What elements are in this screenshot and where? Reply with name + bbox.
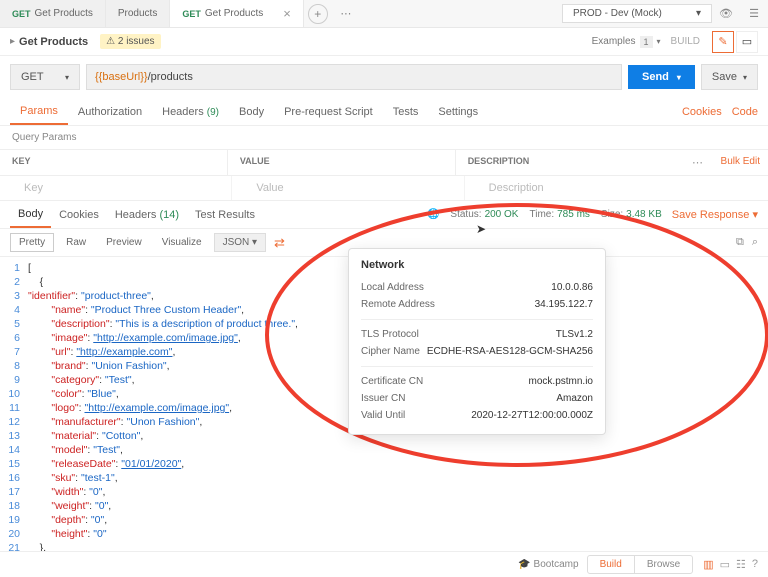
copy-icon[interactable]: ⧉ <box>736 236 744 249</box>
tab-params[interactable]: Params <box>10 99 68 125</box>
more-tabs-button[interactable]: ⋯ <box>334 2 358 26</box>
url-input[interactable]: {{baseUrl}}/products <box>86 64 622 90</box>
key-input[interactable]: Key <box>0 176 232 200</box>
eye-icon[interactable]: 👁 <box>714 2 738 26</box>
tab-prerequest[interactable]: Pre-request Script <box>274 100 383 124</box>
query-params-label: Query Params <box>0 126 768 149</box>
col-desc: DESCRIPTION <box>456 150 683 175</box>
tab-products[interactable]: Products <box>106 0 170 27</box>
mode-segment[interactable]: Build Browse <box>587 555 694 574</box>
pane-icon-1[interactable]: ▥ <box>703 558 713 571</box>
tab-tests[interactable]: Tests <box>383 100 429 124</box>
resp-tab-body[interactable]: Body <box>10 202 51 228</box>
mode-browse[interactable]: Browse <box>634 556 692 573</box>
tab-headers[interactable]: Headers (9) <box>152 100 229 124</box>
search-icon[interactable]: ⌕ <box>752 236 758 249</box>
resp-tab-test[interactable]: Test Results <box>187 203 263 227</box>
save-response-button[interactable]: Save Response ▾ <box>672 208 758 221</box>
bulk-edit-button[interactable]: Bulk Edit <box>713 150 768 175</box>
view-pretty[interactable]: Pretty <box>10 233 54 252</box>
add-tab-button[interactable]: + <box>308 4 328 24</box>
close-icon[interactable]: × <box>283 6 291 21</box>
globe-icon[interactable]: 🌐 <box>427 209 439 220</box>
method-select[interactable]: GET▾ <box>10 64 80 90</box>
collapse-icon[interactable]: ▸ <box>10 36 15 47</box>
col-key: KEY <box>0 150 228 175</box>
tab-get-products-1[interactable]: GETGet Products <box>0 0 106 27</box>
environment-select[interactable]: PROD - Dev (Mock)▾ <box>562 4 712 23</box>
resp-tab-headers[interactable]: Headers (14) <box>107 203 187 227</box>
view-raw[interactable]: Raw <box>58 234 94 251</box>
build-label: BUILD <box>671 36 700 47</box>
view-visualize[interactable]: Visualize <box>154 234 210 251</box>
issues-badge[interactable]: ⚠ 2 issues <box>100 34 160 49</box>
more-columns-button[interactable]: ⋯ <box>683 150 713 175</box>
network-popover: Network Local Address10.0.0.86Remote Add… <box>348 248 606 435</box>
view-preview[interactable]: Preview <box>98 234 150 251</box>
popover-title: Network <box>361 259 593 271</box>
tab-auth[interactable]: Authorization <box>68 100 152 124</box>
mode-build[interactable]: Build <box>588 556 634 573</box>
col-value: VALUE <box>228 150 456 175</box>
request-title: Get Products <box>19 36 88 48</box>
examples-dropdown[interactable]: Examples1▾ <box>592 36 661 48</box>
save-button[interactable]: Save▾ <box>701 64 758 90</box>
bootcamp-button[interactable]: 🎓 Bootcamp <box>518 559 578 570</box>
tab-body[interactable]: Body <box>229 100 274 124</box>
cookies-link[interactable]: Cookies <box>682 106 722 118</box>
format-select[interactable]: JSON ▾ <box>214 233 266 252</box>
tab-get-products-active[interactable]: GETGet Products× <box>170 0 303 27</box>
value-input[interactable]: Value <box>232 176 464 200</box>
settings-icon[interactable]: ☰ <box>742 2 766 26</box>
help-icon[interactable]: ? <box>752 558 758 571</box>
send-button[interactable]: Send▾ <box>628 65 695 89</box>
wrap-icon[interactable]: ⇄ <box>274 235 285 251</box>
pane-icon-3[interactable]: ☷ <box>736 558 746 571</box>
pane-icon-2[interactable]: ▭ <box>720 558 730 571</box>
chevron-down-icon: ▾ <box>696 8 701 19</box>
resp-tab-cookies[interactable]: Cookies <box>51 203 107 227</box>
edit-icon[interactable]: ✎ <box>712 31 734 53</box>
code-link[interactable]: Code <box>732 106 758 118</box>
desc-input[interactable]: Description <box>465 176 696 200</box>
comment-icon[interactable]: ▭ <box>736 31 758 53</box>
tab-settings[interactable]: Settings <box>428 100 488 124</box>
